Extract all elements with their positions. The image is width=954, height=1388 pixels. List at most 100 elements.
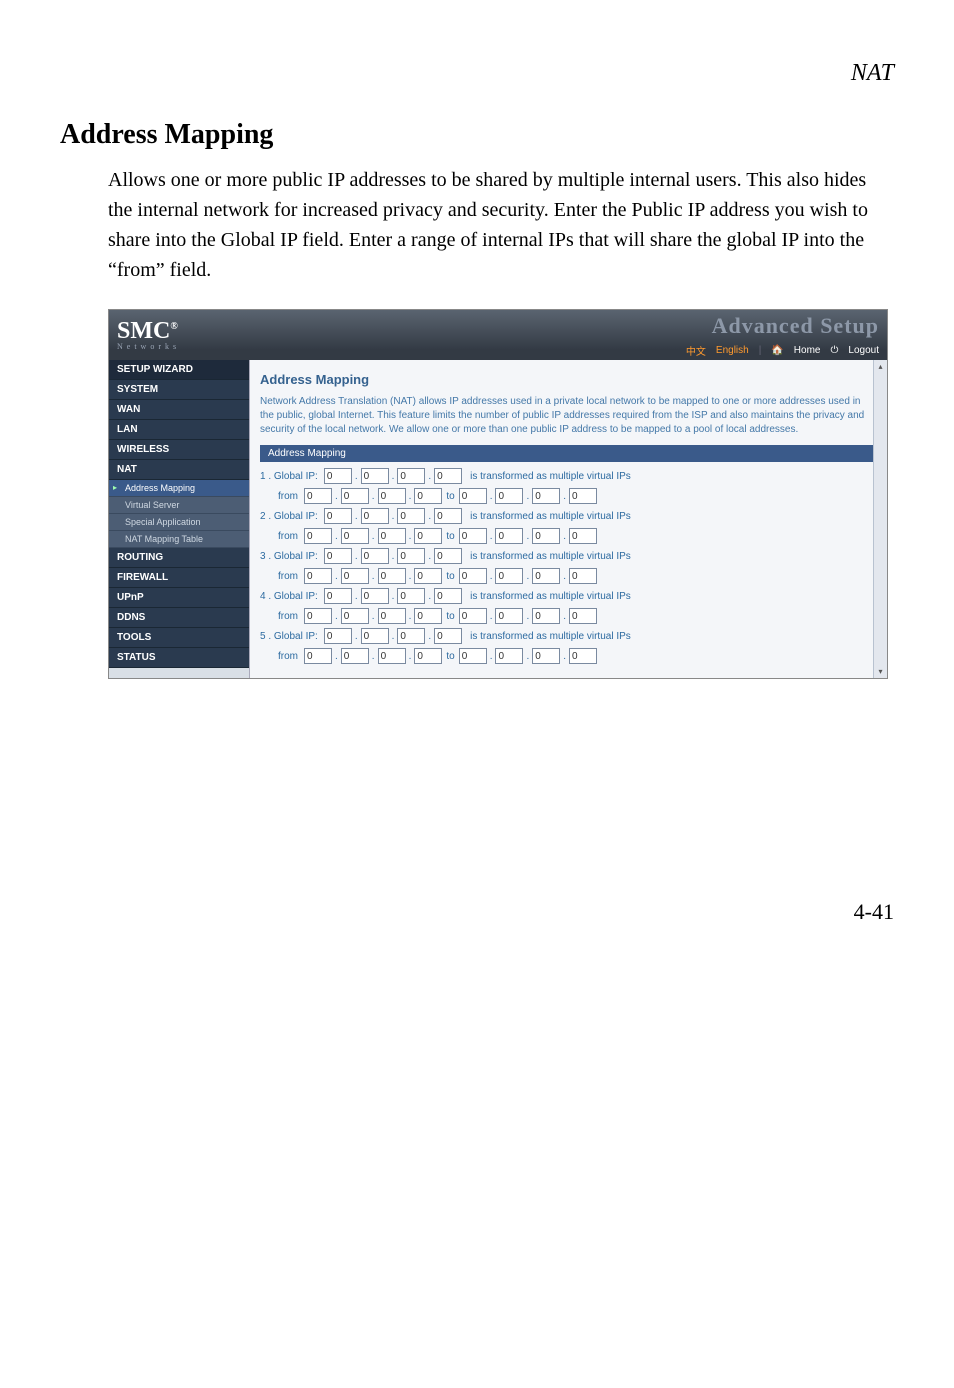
sidebar: SETUP WIZARDSYSTEMWANLANWIRELESSNATAddre… xyxy=(109,360,249,678)
from-ip-octet[interactable] xyxy=(341,488,369,504)
dot: . xyxy=(408,611,413,622)
global-ip-octet[interactable] xyxy=(361,588,389,604)
to-ip-octet[interactable] xyxy=(569,528,597,544)
top-right: Advanced Setup 中文 English | 🏠 Home ⏻ Log… xyxy=(686,313,879,358)
lang-zh-link[interactable]: 中文 xyxy=(686,343,706,358)
from-label: from xyxy=(278,571,298,582)
global-ip-octet[interactable] xyxy=(434,468,462,484)
to-ip-octet[interactable] xyxy=(569,608,597,624)
sidebar-item[interactable]: DDNS xyxy=(109,608,249,628)
sidebar-item[interactable]: Address Mapping xyxy=(109,480,249,497)
to-ip-octet[interactable] xyxy=(459,648,487,664)
from-ip-octet[interactable] xyxy=(304,488,332,504)
scroll-up-icon[interactable]: ▴ xyxy=(878,362,882,371)
global-ip-octet[interactable] xyxy=(361,628,389,644)
sidebar-item[interactable]: WAN xyxy=(109,400,249,420)
lower-pane: SETUP WIZARDSYSTEMWANLANWIRELESSNATAddre… xyxy=(109,360,887,678)
from-ip-octet[interactable] xyxy=(304,648,332,664)
global-ip-octet[interactable] xyxy=(361,548,389,564)
entry-num: 4 . Global IP: xyxy=(260,591,318,602)
global-ip-octet[interactable] xyxy=(324,588,352,604)
from-ip-octet[interactable] xyxy=(341,608,369,624)
to-ip-octet[interactable] xyxy=(495,648,523,664)
from-ip-octet[interactable] xyxy=(378,648,406,664)
dot: . xyxy=(371,531,376,542)
global-ip-octet[interactable] xyxy=(324,628,352,644)
global-ip-octet[interactable] xyxy=(434,628,462,644)
global-ip-octet[interactable] xyxy=(397,548,425,564)
from-ip-octet[interactable] xyxy=(378,528,406,544)
sidebar-item[interactable]: STATUS xyxy=(109,648,249,668)
from-ip-octet[interactable] xyxy=(378,608,406,624)
sidebar-item[interactable]: ROUTING xyxy=(109,548,249,568)
global-ip-octet[interactable] xyxy=(434,548,462,564)
sidebar-item[interactable]: NAT Mapping Table xyxy=(109,531,249,548)
to-ip-octet[interactable] xyxy=(459,528,487,544)
sidebar-item[interactable]: Special Application xyxy=(109,514,249,531)
to-ip-octet[interactable] xyxy=(495,568,523,584)
from-ip-octet[interactable] xyxy=(414,648,442,664)
sidebar-item[interactable]: SYSTEM xyxy=(109,380,249,400)
global-ip-octet[interactable] xyxy=(324,468,352,484)
virtual-text: is transformed as multiple virtual IPs xyxy=(470,591,631,602)
global-ip-octet[interactable] xyxy=(434,588,462,604)
to-ip-octet[interactable] xyxy=(532,488,560,504)
to-ip-octet[interactable] xyxy=(495,608,523,624)
global-ip-octet[interactable] xyxy=(397,588,425,604)
to-ip-octet[interactable] xyxy=(532,568,560,584)
to-ip-octet[interactable] xyxy=(459,488,487,504)
sidebar-item[interactable]: WIRELESS xyxy=(109,440,249,460)
lang-en-link[interactable]: English xyxy=(716,345,749,356)
to-ip-octet[interactable] xyxy=(532,528,560,544)
dot: . xyxy=(334,531,339,542)
to-ip-octet[interactable] xyxy=(569,568,597,584)
to-ip-octet[interactable] xyxy=(532,648,560,664)
global-ip-octet[interactable] xyxy=(397,628,425,644)
panel-heading: Address Mapping xyxy=(260,372,877,387)
scroll-down-icon[interactable]: ▾ xyxy=(878,667,882,676)
to-ip-octet[interactable] xyxy=(459,568,487,584)
entry-num: 2 . Global IP: xyxy=(260,511,318,522)
from-ip-octet[interactable] xyxy=(341,648,369,664)
sidebar-item[interactable]: LAN xyxy=(109,420,249,440)
dot: . xyxy=(562,571,567,582)
scrollbar[interactable]: ▴ ▾ xyxy=(873,360,887,678)
sidebar-item[interactable]: SETUP WIZARD xyxy=(109,360,249,380)
dot: . xyxy=(562,651,567,662)
from-ip-octet[interactable] xyxy=(414,568,442,584)
from-ip-octet[interactable] xyxy=(341,568,369,584)
from-ip-octet[interactable] xyxy=(414,608,442,624)
to-ip-octet[interactable] xyxy=(532,608,560,624)
from-ip-octet[interactable] xyxy=(304,568,332,584)
from-ip-octet[interactable] xyxy=(378,568,406,584)
to-ip-octet[interactable] xyxy=(569,488,597,504)
global-ip-octet[interactable] xyxy=(324,508,352,524)
panel-description: Network Address Translation (NAT) allows… xyxy=(260,395,877,437)
sidebar-item[interactable]: Virtual Server xyxy=(109,497,249,514)
global-ip-octet[interactable] xyxy=(434,508,462,524)
dot: . xyxy=(525,611,530,622)
from-ip-octet[interactable] xyxy=(378,488,406,504)
dot: . xyxy=(354,471,359,482)
from-ip-octet[interactable] xyxy=(304,608,332,624)
to-ip-octet[interactable] xyxy=(459,608,487,624)
global-ip-octet[interactable] xyxy=(397,508,425,524)
from-ip-octet[interactable] xyxy=(304,528,332,544)
sidebar-item[interactable]: FIREWALL xyxy=(109,568,249,588)
from-ip-octet[interactable] xyxy=(414,528,442,544)
global-ip-octet[interactable] xyxy=(361,468,389,484)
sidebar-item[interactable]: NAT xyxy=(109,460,249,480)
to-ip-octet[interactable] xyxy=(495,488,523,504)
global-ip-octet[interactable] xyxy=(397,468,425,484)
sidebar-item[interactable]: TOOLS xyxy=(109,628,249,648)
global-ip-octet[interactable] xyxy=(324,548,352,564)
home-link[interactable]: Home xyxy=(794,345,821,356)
logout-link[interactable]: Logout xyxy=(848,345,879,356)
dot: . xyxy=(489,491,494,502)
global-ip-octet[interactable] xyxy=(361,508,389,524)
to-ip-octet[interactable] xyxy=(495,528,523,544)
from-ip-octet[interactable] xyxy=(341,528,369,544)
from-ip-octet[interactable] xyxy=(414,488,442,504)
to-ip-octet[interactable] xyxy=(569,648,597,664)
sidebar-item[interactable]: UPnP xyxy=(109,588,249,608)
